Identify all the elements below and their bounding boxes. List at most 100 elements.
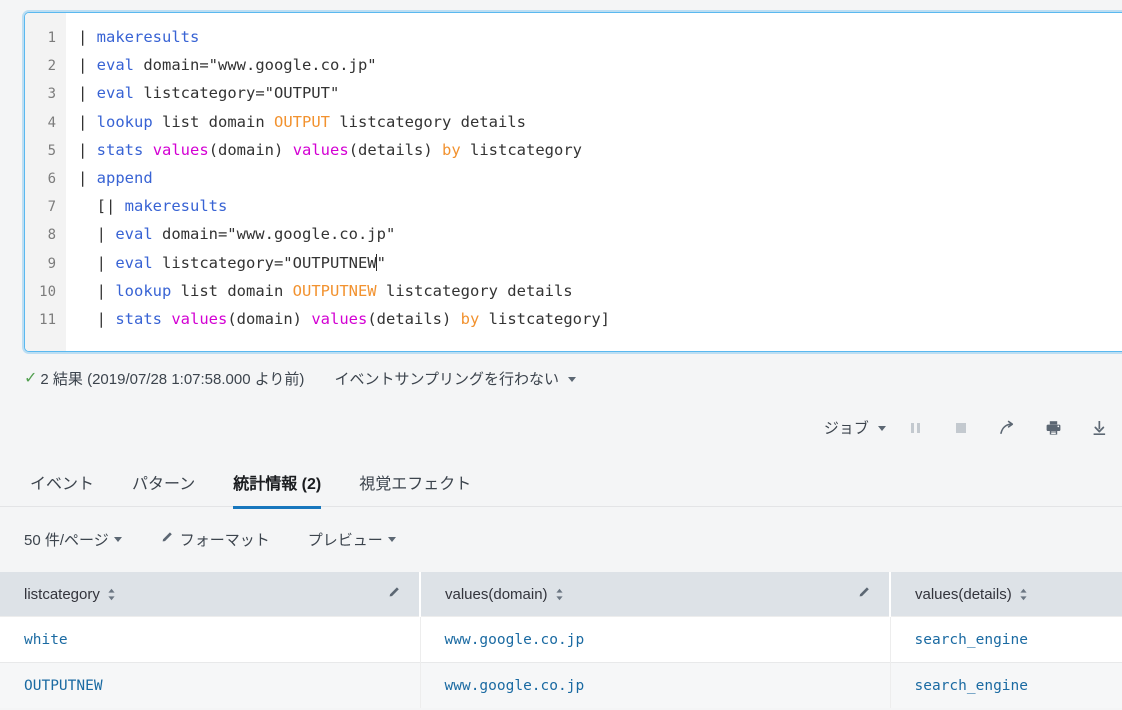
- code-line-text: | eval domain="www.google.co.jp": [65, 51, 377, 79]
- results-tab-strip: イベント パターン 統計情報 (2) 視覚エフェクト: [0, 458, 1122, 509]
- code-line-text: | stats values(domain) values(details) b…: [65, 305, 610, 333]
- code-token-kw: OUTPUTNEW: [292, 281, 377, 300]
- search-editor-panel[interactable]: 1 | makeresults 2 | eval domain="www.google…: [24, 12, 1122, 352]
- column-header-inner: values(details): [915, 586, 1104, 603]
- column-header-label[interactable]: listcategory: [24, 586, 116, 603]
- code-line-text: | lookup list domain OUTPUTNEW listcateg…: [65, 277, 573, 305]
- tab-events[interactable]: イベント: [11, 458, 113, 508]
- code-token-plain: |: [78, 253, 116, 272]
- code-line[interactable]: 4 | lookup list domain OUTPUT listcategor…: [25, 108, 1122, 136]
- spl-code-area[interactable]: 1 | makeresults 2 | eval domain="www.google…: [25, 13, 1122, 341]
- line-number: 7: [47, 199, 56, 216]
- code-token-plain: [|: [78, 197, 125, 216]
- tab-statistics[interactable]: 統計情報 (2): [214, 458, 340, 509]
- column-edit-pencil-icon[interactable]: [387, 585, 401, 603]
- stop-icon[interactable]: [938, 414, 984, 442]
- table-row: OUTPUTNEW www.google.co.jp search_engine: [0, 662, 1122, 708]
- cell-value-link[interactable]: www.google.co.jp: [445, 632, 585, 648]
- table-row: white www.google.co.jp search_engine: [0, 616, 1122, 663]
- code-line[interactable]: 3 | eval listcategory="OUTPUT": [25, 79, 1122, 107]
- format-button[interactable]: フォーマット: [160, 529, 270, 550]
- line-number: 2: [47, 58, 56, 75]
- code-line[interactable]: 5 | stats values(domain) values(details) …: [25, 136, 1122, 164]
- sort-arrows-icon[interactable]: [107, 588, 116, 601]
- column-header-1[interactable]: values(domain): [420, 572, 891, 617]
- code-line-text: | lookup list domain OUTPUT listcategory…: [65, 108, 526, 136]
- code-token-plain: (details): [348, 140, 443, 159]
- cell-value-link[interactable]: search_engine: [915, 678, 1029, 694]
- code-token-fn: values: [152, 140, 209, 159]
- code-line[interactable]: 7 [| makeresults: [25, 192, 1122, 220]
- code-token-cmd: eval: [96, 56, 134, 75]
- code-token-cmd: eval: [96, 84, 134, 103]
- code-line[interactable]: 11 | stats values(domain) values(details…: [25, 305, 1122, 333]
- code-token-plain: domain="www.google.co.jp": [134, 56, 377, 75]
- results-table-toolbar: 50 件/ページ フォーマット プレビュー: [0, 514, 1122, 564]
- sort-arrows-icon[interactable]: [1019, 588, 1028, 601]
- table-cell: search_engine: [890, 662, 1122, 708]
- line-number: 3: [47, 86, 56, 103]
- event-sampling-dropdown[interactable]: イベントサンプリングを行わない: [334, 368, 577, 389]
- cell-value-link[interactable]: search_engine: [915, 632, 1029, 648]
- table-cell: www.google.co.jp: [420, 662, 891, 708]
- code-token-plain: list domain: [171, 281, 293, 300]
- code-token-fn: values: [311, 309, 368, 328]
- event-sampling-label: イベントサンプリングを行わない: [334, 371, 559, 388]
- column-header-label[interactable]: values(domain): [445, 586, 564, 603]
- code-token-plain: |: [78, 28, 97, 46]
- tab-visualization[interactable]: 視覚エフェクト: [340, 458, 490, 508]
- code-token-plain: (domain): [227, 309, 312, 328]
- chevron-down-icon: [878, 426, 886, 431]
- code-token-plain: list domain: [152, 112, 274, 131]
- rows-per-page-dropdown[interactable]: 50 件/ページ: [24, 529, 122, 550]
- code-token-plain: ": [376, 253, 386, 272]
- code-token-plain: listcategory: [460, 140, 583, 159]
- code-line[interactable]: 2 | eval domain="www.google.co.jp": [25, 51, 1122, 79]
- preview-dropdown[interactable]: プレビュー: [308, 529, 396, 550]
- pencil-icon: [160, 530, 174, 548]
- code-token-plain: |: [78, 56, 97, 75]
- code-token-cmd: append: [96, 168, 153, 187]
- column-header-2[interactable]: values(details): [890, 572, 1122, 617]
- code-token-plain: listcategory="OUTPUT": [134, 84, 340, 103]
- rows-per-page-label: 50 件/ページ: [24, 531, 109, 549]
- column-edit-pencil-icon[interactable]: [857, 585, 871, 603]
- code-token-plain: |: [78, 281, 116, 300]
- code-token-fn: values: [292, 140, 349, 159]
- job-dropdown[interactable]: ジョブ: [818, 413, 892, 442]
- column-header-label[interactable]: values(details): [915, 586, 1028, 603]
- code-line[interactable]: 1 | makeresults: [25, 23, 1122, 51]
- code-line-text: | stats values(domain) values(details) b…: [65, 136, 582, 164]
- job-dropdown-label: ジョブ: [823, 420, 869, 437]
- line-number: 9: [47, 255, 56, 272]
- share-icon[interactable]: [984, 414, 1030, 442]
- code-line[interactable]: 6 | append: [25, 164, 1122, 192]
- code-token-cmd: eval: [115, 225, 153, 244]
- code-line[interactable]: 9 | eval listcategory="OUTPUTNEW": [25, 249, 1122, 277]
- code-line-text: | append: [65, 164, 153, 192]
- download-icon[interactable]: [1076, 414, 1122, 442]
- code-line[interactable]: 8 | eval domain="www.google.co.jp": [25, 220, 1122, 248]
- code-token-cmd: stats: [96, 140, 144, 159]
- tab-patterns[interactable]: パターン: [113, 458, 214, 508]
- code-token-plain: listcategory details: [376, 281, 573, 300]
- code-token-plain: (domain): [208, 140, 293, 159]
- code-line-text: | eval domain="www.google.co.jp": [65, 220, 396, 248]
- pause-icon[interactable]: [892, 414, 938, 442]
- code-token-plain: |: [78, 140, 97, 159]
- column-header-0[interactable]: listcategory: [0, 572, 421, 617]
- cell-value-link[interactable]: white: [24, 632, 68, 648]
- cell-value-link[interactable]: www.google.co.jp: [445, 678, 585, 694]
- cell-value-link[interactable]: OUTPUTNEW: [24, 678, 103, 694]
- code-line[interactable]: 10 | lookup list domain OUTPUTNEW listca…: [25, 277, 1122, 305]
- sort-arrows-icon[interactable]: [555, 588, 564, 601]
- code-token-plain: listcategory]: [479, 309, 610, 328]
- code-token-plain: listcategory details: [330, 112, 526, 131]
- print-icon[interactable]: [1030, 414, 1076, 442]
- statistics-results-table: listcategory values(domain) values(details…: [0, 572, 1122, 708]
- chevron-down-icon: [568, 377, 577, 382]
- column-header-inner: values(domain): [445, 585, 871, 603]
- code-token-plain: |: [78, 309, 116, 328]
